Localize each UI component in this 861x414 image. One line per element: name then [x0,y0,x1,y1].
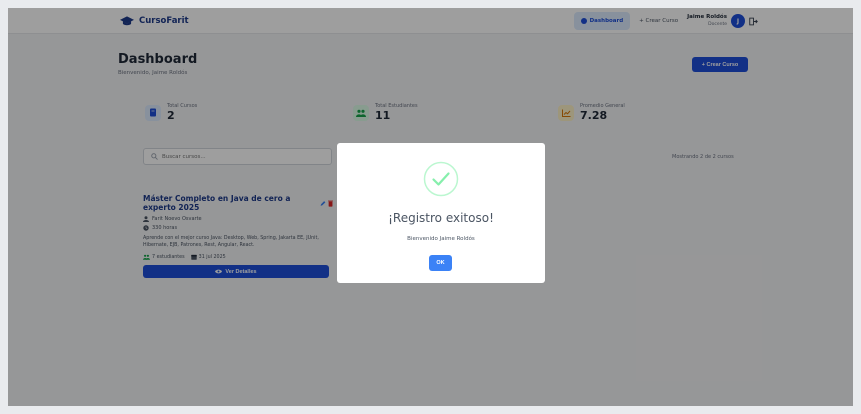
dialog-title: ¡Registro exitoso! [388,211,494,225]
success-dialog: ¡Registro exitoso! Bienvenido Jaime Rold… [337,143,545,283]
dialog-message: Bienvenido Jaime Roldós [407,236,475,242]
success-check-icon [423,161,459,197]
ok-button[interactable]: OK [429,255,452,271]
app-frame: CursoFarit Dashboard + Crear Curso Jaime… [8,8,853,406]
